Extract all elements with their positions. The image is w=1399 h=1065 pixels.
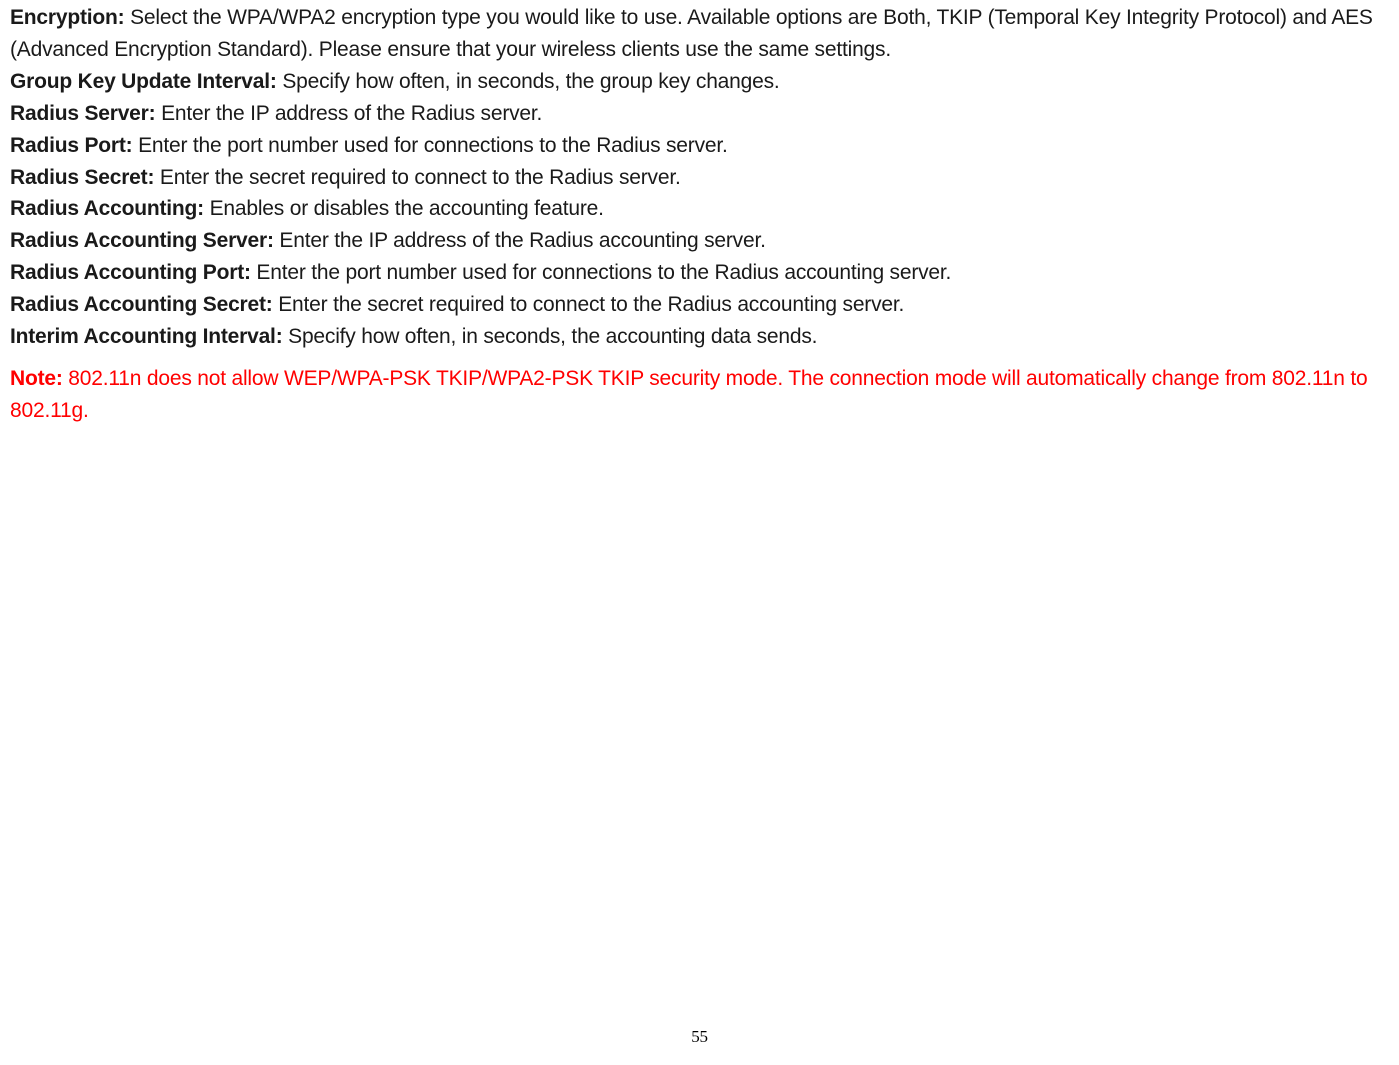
note-block: Note: 802.11n does not allow WEP/WPA-PSK…: [10, 363, 1389, 427]
definition-item: Group Key Update Interval: Specify how o…: [10, 66, 1389, 98]
definition-item: Radius Accounting Port: Enter the port n…: [10, 257, 1389, 289]
definition-label: Interim Accounting Interval:: [10, 325, 283, 348]
definition-item: Interim Accounting Interval: Specify how…: [10, 321, 1389, 353]
definition-desc: Enter the secret required to connect to …: [273, 293, 905, 316]
definition-desc: Enables or disables the accounting featu…: [204, 197, 604, 220]
definition-label: Radius Server:: [10, 102, 155, 125]
definition-label: Encryption:: [10, 6, 124, 29]
definition-label: Radius Port:: [10, 134, 132, 157]
definition-item: Radius Secret: Enter the secret required…: [10, 162, 1389, 194]
definition-desc: Select the WPA/WPA2 encryption type you …: [10, 6, 1373, 61]
definition-label: Radius Accounting Secret:: [10, 293, 273, 316]
definition-item: Radius Server: Enter the IP address of t…: [10, 98, 1389, 130]
definition-desc: Enter the IP address of the Radius serve…: [155, 102, 542, 125]
definition-desc: Specify how often, in seconds, the group…: [277, 70, 780, 93]
definition-item: Radius Accounting Secret: Enter the secr…: [10, 289, 1389, 321]
definition-item: Encryption: Select the WPA/WPA2 encrypti…: [10, 2, 1389, 66]
definition-item: Radius Port: Enter the port number used …: [10, 130, 1389, 162]
definition-label: Radius Accounting Port:: [10, 261, 251, 284]
definition-label: Radius Accounting:: [10, 197, 204, 220]
definitions-list: Encryption: Select the WPA/WPA2 encrypti…: [10, 2, 1389, 353]
note-label: Note:: [10, 367, 63, 390]
definition-desc: Enter the IP address of the Radius accou…: [274, 229, 766, 252]
definition-item: Radius Accounting: Enables or disables t…: [10, 193, 1389, 225]
definition-item: Radius Accounting Server: Enter the IP a…: [10, 225, 1389, 257]
definition-label: Group Key Update Interval:: [10, 70, 277, 93]
note-text: 802.11n does not allow WEP/WPA-PSK TKIP/…: [10, 367, 1368, 422]
page-number: 55: [0, 1027, 1399, 1047]
definition-desc: Enter the port number used for connectio…: [132, 134, 727, 157]
definition-desc: Enter the secret required to connect to …: [154, 166, 680, 189]
definition-label: Radius Accounting Server:: [10, 229, 274, 252]
definition-desc: Enter the port number used for connectio…: [251, 261, 951, 284]
definition-label: Radius Secret:: [10, 166, 154, 189]
definition-desc: Specify how often, in seconds, the accou…: [283, 325, 818, 348]
